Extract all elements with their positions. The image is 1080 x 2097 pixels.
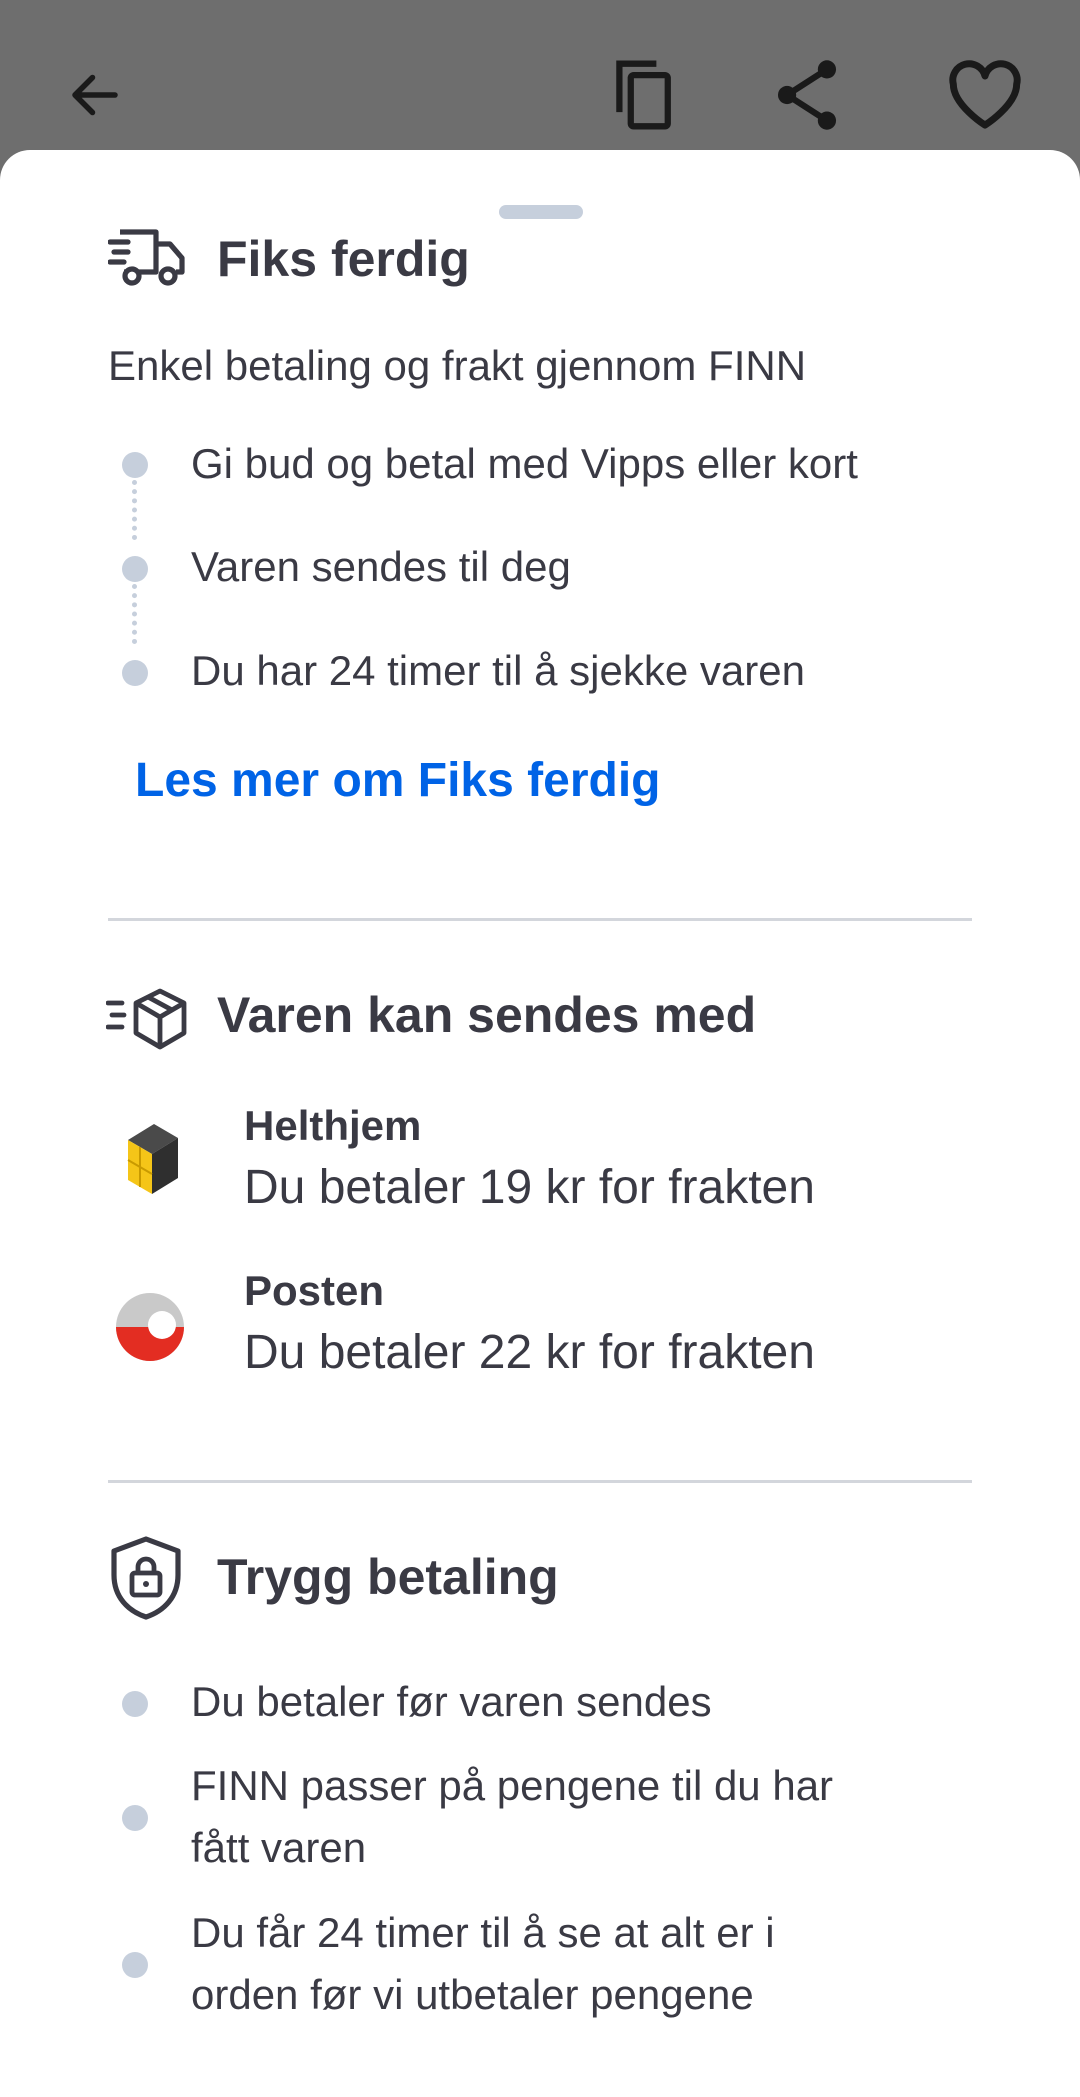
- delivery-truck-icon: [108, 229, 185, 286]
- safe-item-line: orden før vi utbetaler pengene: [191, 1971, 754, 2018]
- top-app-bar: [0, 0, 1080, 160]
- posten-logo: [116, 1293, 184, 1361]
- arrow-left-icon: [72, 74, 118, 116]
- safe-item: Du får 24 timer til å se at alt er i ord…: [191, 1902, 951, 2026]
- helthjem-logo: [127, 1124, 178, 1194]
- back-button[interactable]: [55, 55, 135, 135]
- step-text: Du har 24 timer til å sjekke varen: [191, 647, 805, 694]
- step-bullet: [122, 452, 148, 478]
- share-button[interactable]: [767, 55, 847, 135]
- safe-item-line: Du får 24 timer til å se at alt er i: [191, 1909, 775, 1956]
- fiks-ferdig-subtitle: Enkel betaling og frakt gjennom FINN: [108, 342, 807, 389]
- step-text: Gi bud og betal med Vipps eller kort: [191, 440, 858, 487]
- shield-lock-icon: [111, 1536, 181, 1620]
- carrier-price: Du betaler 19 kr for frakten: [244, 1161, 815, 1214]
- copy-icon: [616, 60, 671, 130]
- steps-connector: [132, 584, 137, 644]
- safe-item-line: fått varen: [191, 1824, 367, 1871]
- carrier-name: Posten: [244, 1267, 385, 1314]
- safe-item-line: FINN passer på pengene til du har: [191, 1762, 834, 1809]
- carrier-price: Du betaler 22 kr for frakten: [244, 1326, 815, 1379]
- copy-button[interactable]: [605, 55, 685, 135]
- safe-item-line: Du betaler før varen sendes: [191, 1678, 712, 1725]
- heart-icon: [949, 60, 1021, 129]
- steps-connector: [132, 480, 137, 540]
- package-icon: [106, 988, 187, 1050]
- step-bullet: [122, 660, 148, 686]
- step-text: Varen sendes til deg: [191, 543, 571, 590]
- share-icon: [777, 60, 837, 130]
- shipping-title: Varen kan sendes med: [217, 987, 757, 1043]
- section-divider: [108, 1480, 972, 1483]
- carrier-name: Helthjem: [244, 1102, 422, 1149]
- safe-bullet: [122, 1805, 148, 1831]
- section-divider: [108, 918, 972, 921]
- safe-payment-title: Trygg betaling: [217, 1549, 559, 1605]
- sheet-drag-handle[interactable]: [499, 205, 583, 219]
- bottom-sheet: Fiks ferdig Enkel betaling og frakt gjen…: [0, 150, 1080, 2097]
- favorite-button[interactable]: [945, 55, 1025, 135]
- safe-item: Du betaler før varen sendes: [191, 1671, 951, 1733]
- fiks-ferdig-title: Fiks ferdig: [217, 231, 470, 287]
- step-bullet: [122, 556, 148, 582]
- read-more-link[interactable]: Les mer om Fiks ferdig: [135, 753, 661, 808]
- safe-bullet: [122, 1691, 148, 1717]
- safe-bullet: [122, 1952, 148, 1978]
- safe-item: FINN passer på pengene til du har fått v…: [191, 1755, 951, 1879]
